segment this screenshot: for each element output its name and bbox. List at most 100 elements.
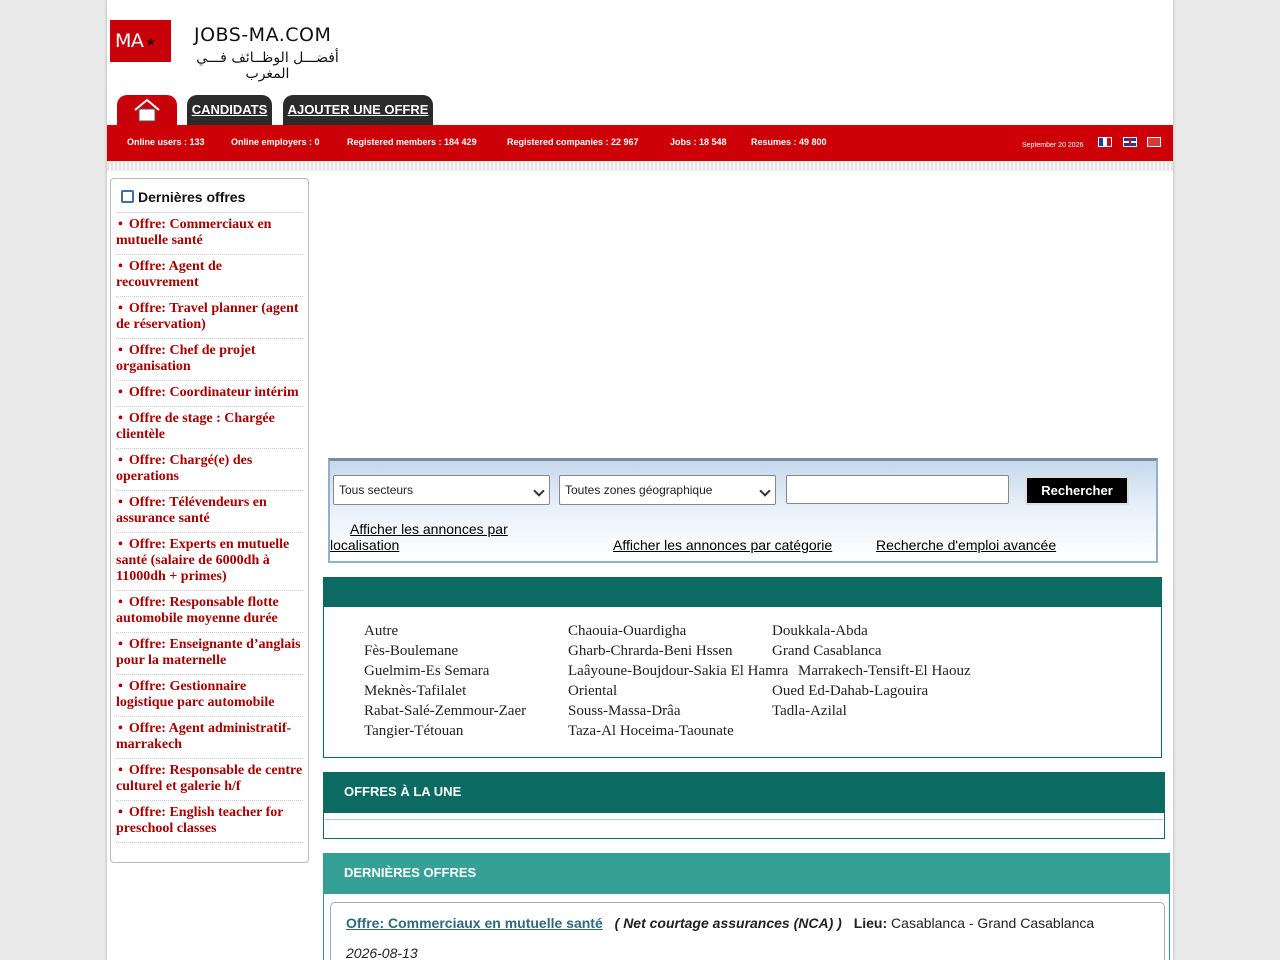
bullet-icon: •: [118, 217, 123, 232]
sidebar-offer-item[interactable]: • Offre: Enseignante d’anglais pour la ma…: [116, 633, 303, 675]
sidebar-offer-label[interactable]: Offre: Experts en mutuelle santé (salair…: [116, 537, 289, 584]
flag-ma-icon[interactable]: [1147, 137, 1161, 147]
region-link[interactable]: Souss-Massa-Drâa: [568, 703, 680, 720]
sidebar-offer-item[interactable]: • Offre: Gestionnaire logistique parc aut…: [116, 675, 303, 717]
bullet-icon: •: [118, 721, 123, 736]
logo-tagline: أفضـــل الوظــائف فـــي المغرب: [196, 50, 339, 82]
sidebar-offer-item[interactable]: • Offre: Agent administratif- marrakech: [116, 717, 303, 759]
sidebar-offer-item[interactable]: • Offre: Chef de projet organisation: [116, 339, 303, 381]
region-link[interactable]: Autre: [364, 623, 398, 640]
stat-registered-members: Registered members : 184 429: [347, 137, 477, 147]
region-link[interactable]: Meknès-Tafilalet: [364, 683, 466, 700]
logo-name[interactable]: JOBS-MA.COM: [194, 24, 331, 46]
tab-candidats[interactable]: CANDIDATS: [187, 95, 272, 125]
sidebar-offer-label[interactable]: Offre: Responsable de centre culturel et…: [116, 763, 302, 794]
offer-date: 2026-08-13: [346, 945, 418, 960]
header-divider: [107, 161, 1173, 171]
link-by-category[interactable]: Afficher les annonces par catégorie: [613, 537, 832, 553]
sidebar-offer-item[interactable]: • Offre: Travel planner (agent de réserva…: [116, 297, 303, 339]
latest-offers: DERNIÈRES OFFRES Offre: Commerciaux en m…: [323, 853, 1170, 960]
sidebar-offer-item[interactable]: • Offre: Coordinateur intérim: [116, 381, 303, 407]
flag-fr-icon[interactable]: [1098, 137, 1112, 147]
region-link[interactable]: Oued Ed-Dahab-Lagouira: [772, 683, 928, 700]
flag-uk-icon[interactable]: [1123, 137, 1137, 147]
offer-line: Offre: Commerciaux en mutuelle santé ( N…: [346, 915, 1094, 931]
region-link[interactable]: Doukkala-Abda: [772, 623, 868, 640]
logo-badge-text: MA: [115, 30, 144, 52]
star-icon: ★: [145, 34, 156, 49]
offer-title-link[interactable]: Offre: Commerciaux en mutuelle santé: [346, 915, 603, 931]
stat-online-users: Online users : 133: [127, 137, 205, 147]
region-link[interactable]: Guelmim-Es Semara: [364, 663, 489, 680]
sidebar-offer-label[interactable]: Offre: Chargé(e) des operations: [116, 453, 252, 484]
tab-ajouter-offre[interactable]: AJOUTER UNE OFFRE: [283, 95, 433, 125]
search-input[interactable]: [786, 475, 1009, 504]
bullet-icon: •: [118, 301, 123, 316]
sidebar-offer-item[interactable]: • Offre: Responsable flotte automobile mo…: [116, 591, 303, 633]
sidebar-offer-label[interactable]: Offre: English teacher for preschool cla…: [116, 805, 283, 836]
link-by-location[interactable]: Afficher les annonces par localisation: [330, 521, 550, 553]
sidebar-offer-item[interactable]: • Offre: Commerciaux en mutuelle santé: [116, 213, 303, 255]
logo-badge[interactable]: MA ★: [110, 20, 171, 62]
sidebar-offer-label[interactable]: Offre: Travel planner (agent de réservat…: [116, 301, 299, 332]
sidebar-offer-label[interactable]: Offre: Chef de projet organisation: [116, 343, 256, 374]
zone-select[interactable]: Toutes zones géographique: [559, 475, 776, 505]
bullet-icon: •: [118, 495, 123, 510]
region-link[interactable]: Taza-Al Hoceima-Taounate: [568, 723, 734, 740]
sidebar-offer-label[interactable]: Offre: Agent de recouvrement: [116, 259, 222, 290]
link-advanced-search[interactable]: Recherche d'emploi avancée: [876, 537, 1056, 553]
stat-registered-companies: Registered companies : 22 967: [507, 137, 639, 147]
sidebar-title: Dernières offres: [121, 189, 245, 205]
stats-bar: Online users : 133 Online employers : 0 …: [107, 125, 1173, 161]
sidebar-offer-label[interactable]: Offre: Agent administratif- marrakech: [116, 721, 291, 752]
sidebar-offer-label[interactable]: Offre: Coordinateur intérim: [129, 385, 299, 400]
bullet-icon: •: [118, 637, 123, 652]
offer-lieu: Casablanca - Grand Casablanca: [891, 915, 1095, 931]
sidebar-offer-item[interactable]: • Offre de stage : Chargée clientèle: [116, 407, 303, 449]
sidebar-offer-item[interactable]: • Offre: Télévendeurs en assurance santé: [116, 491, 303, 533]
sidebar-offer-item[interactable]: • Offre: Responsable de centre culturel e…: [116, 759, 303, 801]
region-link[interactable]: Grand Casablanca: [772, 643, 882, 660]
bullet-icon: •: [118, 385, 123, 400]
sidebar-offer-label[interactable]: Offre de stage : Chargée clientèle: [116, 411, 275, 442]
region-link[interactable]: Tangier-Tétouan: [364, 723, 463, 740]
sidebar-offer-label[interactable]: Offre: Commerciaux en mutuelle santé: [116, 217, 271, 248]
search-button[interactable]: Rechercher: [1025, 476, 1129, 505]
search-panel: Tous secteurs Toutes zones géographique …: [328, 458, 1158, 563]
bullet-icon: •: [118, 805, 123, 820]
region-link[interactable]: Rabat-Salé-Zemmour-Zaer: [364, 703, 526, 720]
region-link[interactable]: Laâyoune-Boujdour-Sakia El Hamra: [568, 663, 788, 680]
sidebar-offer-item[interactable]: • Offre: Agent de recouvrement: [116, 255, 303, 297]
offer-card: Offre: Commerciaux en mutuelle santé ( N…: [330, 902, 1165, 960]
stat-online-employers: Online employers : 0: [231, 137, 320, 147]
sidebar-offer-label[interactable]: Offre: Responsable flotte automobile moy…: [116, 595, 279, 626]
sidebar-offer-item[interactable]: • Offre: Chargé(e) des operations: [116, 449, 303, 491]
tab-home[interactable]: [117, 95, 177, 125]
featured-offers-body: [325, 819, 1163, 838]
bullet-icon: •: [118, 679, 123, 694]
region-link[interactable]: Fès-Boulemane: [364, 643, 458, 660]
latest-offers-title: DERNIÈRES OFFRES: [324, 854, 1169, 894]
page-container: MA ★ JOBS-MA.COM أفضـــل الوظــائف فـــي …: [107, 0, 1173, 960]
bullet-icon: •: [118, 537, 123, 552]
sidebar-offer-label[interactable]: Offre: Télévendeurs en assurance santé: [116, 495, 267, 526]
offer-company: ( Net courtage assurances (NCA) ): [614, 915, 842, 931]
sidebar-offer-label[interactable]: Offre: Enseignante d’anglais pour la mat…: [116, 637, 301, 668]
sidebar-offer-item[interactable]: • Offre: English teacher for preschool cl…: [116, 801, 303, 843]
sidebar-offer-label[interactable]: Offre: Gestionnaire logistique parc auto…: [116, 679, 274, 710]
sidebar-offer-item[interactable]: • Offre: Experts en mutuelle santé (salai…: [116, 533, 303, 591]
region-link[interactable]: Oriental: [568, 683, 617, 700]
sidebar-latest-offers: Dernières offres • Offre: Commerciaux en …: [110, 178, 309, 863]
bullet-icon: •: [118, 595, 123, 610]
secteur-select[interactable]: Tous secteurs: [333, 475, 550, 505]
bullet-icon: •: [118, 453, 123, 468]
stats-date: September 20 2026: [1022, 142, 1084, 149]
region-link[interactable]: Marrakech-Tensift-El Haouz: [798, 663, 971, 680]
region-link[interactable]: Chaouia-Ouardigha: [568, 623, 686, 640]
region-link[interactable]: Tadla-Azilal: [772, 703, 847, 720]
stat-resumes: Resumes : 49 800: [751, 137, 827, 147]
offer-lieu-label: Lieu:: [853, 915, 888, 931]
region-link[interactable]: Gharb-Chrarda-Beni Hssen: [568, 643, 733, 660]
window-icon: [121, 190, 134, 203]
stat-jobs: Jobs : 18 548: [670, 137, 727, 147]
